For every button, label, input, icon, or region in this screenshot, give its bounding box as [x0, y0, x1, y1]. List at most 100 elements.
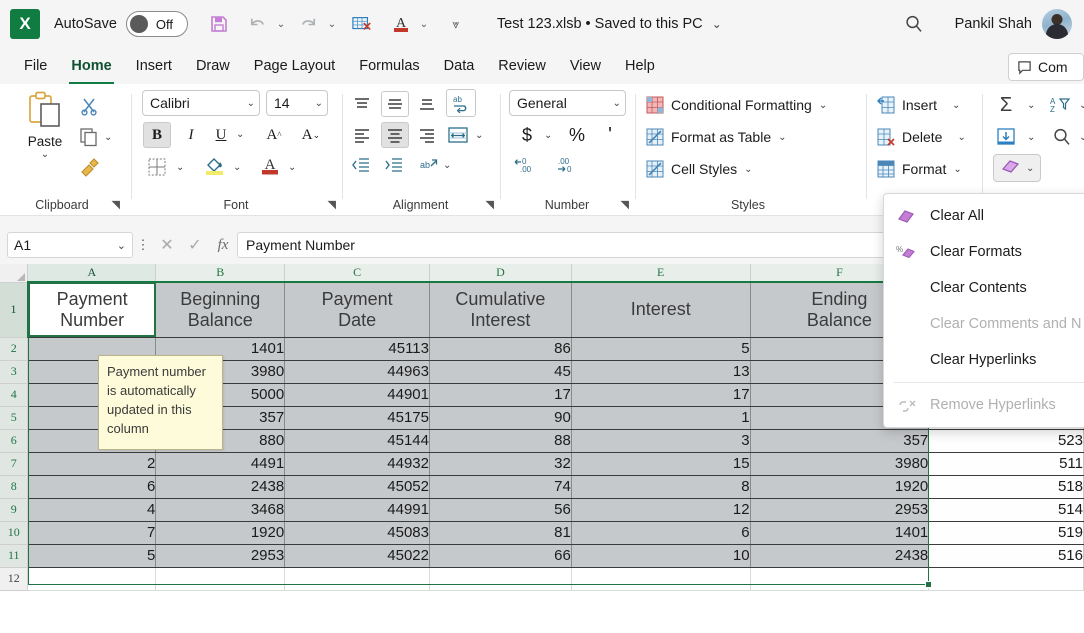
cell-g6[interactable]: 523	[929, 429, 1084, 452]
cell-d11[interactable]: 66	[430, 544, 572, 567]
cell-b1[interactable]: BeginningBalance	[156, 282, 285, 337]
tab-file[interactable]: File	[12, 51, 59, 81]
align-middle-button[interactable]	[381, 91, 409, 117]
search-icon[interactable]	[899, 7, 929, 41]
cell-d2[interactable]: 86	[430, 337, 572, 360]
cell-e11[interactable]: 10	[571, 544, 750, 567]
cell-d3[interactable]: 45	[430, 360, 572, 383]
cell-f7[interactable]: 3980	[750, 452, 929, 475]
cell-g12[interactable]	[929, 567, 1084, 590]
fill-chevron-icon[interactable]: ⌄	[1027, 132, 1035, 143]
cell-g11[interactable]: 516	[929, 544, 1084, 567]
tab-page-layout[interactable]: Page Layout	[242, 51, 347, 81]
bold-button[interactable]: B	[143, 122, 171, 148]
cell-b8[interactable]: 2438	[156, 475, 285, 498]
fill-color-dropdown-chevron-icon[interactable]: ⌄	[233, 162, 241, 173]
underline-dropdown-chevron-icon[interactable]: ⌄	[236, 129, 244, 140]
cell-a10[interactable]: 7	[28, 521, 156, 544]
cell-d1[interactable]: CumulativeInterest	[430, 282, 572, 337]
cell-f10[interactable]: 1401	[750, 521, 929, 544]
cell-e7[interactable]: 15	[571, 452, 750, 475]
format-cells-button[interactable]: Format ⌄	[877, 156, 962, 182]
accounting-format-chevron-icon[interactable]: ⌄	[544, 130, 552, 141]
cell-d12[interactable]	[430, 567, 572, 590]
cell-e4[interactable]: 17	[571, 383, 750, 406]
cell-e9[interactable]: 12	[571, 498, 750, 521]
tab-home[interactable]: Home	[59, 51, 123, 81]
font-name-chevron-icon[interactable]: ⌄	[243, 98, 255, 109]
cell-d5[interactable]: 90	[430, 406, 572, 429]
formula-bar-options-icon[interactable]: ⋮	[133, 237, 153, 253]
name-box-chevron-icon[interactable]: ⌄	[117, 239, 126, 252]
increase-font-size-button[interactable]: A^	[260, 122, 288, 148]
cell-d10[interactable]: 81	[430, 521, 572, 544]
row-header-1[interactable]: 1	[0, 282, 28, 337]
insert-cells-chevron-icon[interactable]: ⌄	[952, 100, 960, 111]
row-header-9[interactable]: 9	[0, 498, 28, 521]
font-name-combo[interactable]: Calibri ⌄	[142, 90, 260, 116]
column-header-c[interactable]: C	[285, 264, 430, 282]
font-dialog-launcher[interactable]: ◥	[328, 198, 336, 211]
align-bottom-button[interactable]	[413, 91, 441, 117]
select-all-corner[interactable]	[0, 264, 28, 282]
align-right-button[interactable]	[413, 122, 441, 148]
sort-and-filter-chevron-icon[interactable]: ⌄	[1079, 100, 1084, 111]
column-header-d[interactable]: D	[430, 264, 572, 282]
tab-view[interactable]: View	[558, 51, 613, 81]
tab-formulas[interactable]: Formulas	[347, 51, 431, 81]
cell-e8[interactable]: 8	[571, 475, 750, 498]
format-as-table-chevron-icon[interactable]: ⌄	[778, 132, 786, 143]
cell-a9[interactable]: 4	[28, 498, 156, 521]
avatar[interactable]	[1042, 9, 1072, 39]
borders-button[interactable]	[144, 154, 170, 180]
fill-color-button[interactable]	[202, 152, 228, 178]
row-header-8[interactable]: 8	[0, 475, 28, 498]
conditional-formatting-button[interactable]: Conditional Formatting ⌄	[646, 92, 827, 118]
number-dialog-launcher[interactable]: ◥	[621, 198, 629, 211]
decrease-indent-button[interactable]	[348, 152, 374, 178]
row-header-12[interactable]: 12	[0, 567, 28, 590]
cell-c6[interactable]: 45144	[285, 429, 430, 452]
comma-style-button[interactable]: '	[596, 122, 624, 148]
cell-b10[interactable]: 1920	[156, 521, 285, 544]
find-and-select-chevron-icon[interactable]: ⌄	[1079, 132, 1084, 143]
cell-c2[interactable]: 45113	[285, 337, 430, 360]
enter-icon[interactable]: ✓	[181, 235, 209, 255]
conditional-formatting-chevron-icon[interactable]: ⌄	[819, 100, 827, 111]
paste-dropdown-chevron-icon[interactable]: ⌄	[14, 149, 76, 160]
cell-e1[interactable]: Interest	[571, 282, 750, 337]
row-header-11[interactable]: 11	[0, 544, 28, 567]
column-header-e[interactable]: E	[571, 264, 750, 282]
tab-help[interactable]: Help	[613, 51, 667, 81]
cell-e6[interactable]: 3	[571, 429, 750, 452]
find-and-select-button[interactable]	[1049, 124, 1075, 150]
cell-d4[interactable]: 17	[430, 383, 572, 406]
clear-button[interactable]: ⌄	[993, 154, 1041, 182]
undo-dropdown-chevron-icon[interactable]: ⌄	[274, 19, 288, 30]
selection-fill-handle[interactable]	[925, 581, 932, 588]
insert-function-icon[interactable]: fx	[209, 237, 237, 254]
autosum-button[interactable]: Σ	[993, 92, 1019, 118]
font-color-icon[interactable]: A	[386, 7, 416, 41]
sort-and-filter-button[interactable]: AZ	[1049, 92, 1075, 118]
cell-g10[interactable]: 519	[929, 521, 1084, 544]
cancel-icon[interactable]: ✕	[153, 235, 181, 255]
cell-c3[interactable]: 44963	[285, 360, 430, 383]
cell-c10[interactable]: 45083	[285, 521, 430, 544]
delete-cells-chevron-icon[interactable]: ⌄	[957, 132, 965, 143]
cell-e10[interactable]: 6	[571, 521, 750, 544]
customize-quick-access-toolbar-icon[interactable]: ⩔	[449, 17, 463, 32]
paste-button[interactable]: Paste ⌄	[14, 90, 76, 160]
copy-dropdown-chevron-icon[interactable]: ⌄	[104, 132, 112, 143]
font-size-combo[interactable]: 14 ⌄	[266, 90, 328, 116]
cell-b9[interactable]: 3468	[156, 498, 285, 521]
merge-and-center-button[interactable]	[445, 122, 471, 148]
cell-c8[interactable]: 45052	[285, 475, 430, 498]
underline-button[interactable]: U	[207, 122, 235, 148]
italic-button[interactable]: I	[177, 122, 205, 148]
cell-a1[interactable]: PaymentNumber	[28, 282, 156, 337]
cell-d8[interactable]: 74	[430, 475, 572, 498]
cell-c1[interactable]: PaymentDate	[285, 282, 430, 337]
font-color-dropdown-chevron-icon[interactable]: ⌄	[417, 19, 431, 30]
font-color-ribbon-button[interactable]: A	[257, 152, 283, 178]
